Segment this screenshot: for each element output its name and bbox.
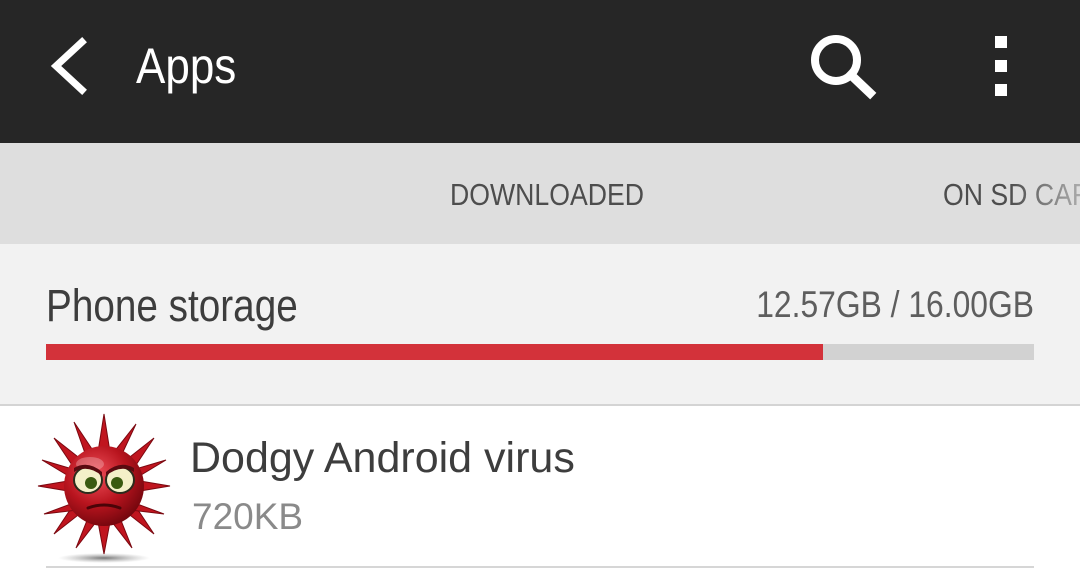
storage-label: Phone storage bbox=[46, 280, 298, 331]
app-list-item[interactable]: Dodgy Android virus 720KB bbox=[0, 406, 1080, 569]
list-divider bbox=[46, 566, 1034, 568]
tab-bar: DOWNLOADED ON SD CAR bbox=[0, 143, 1080, 244]
storage-amount: 12.57GB / 16.00GB bbox=[756, 284, 1034, 325]
app-size: 720KB bbox=[192, 496, 304, 537]
app-name: Dodgy Android virus bbox=[190, 434, 575, 482]
tab-downloaded[interactable]: DOWNLOADED bbox=[450, 143, 644, 244]
search-icon[interactable] bbox=[806, 30, 880, 102]
overflow-menu-icon[interactable] bbox=[986, 30, 1016, 102]
storage-bar bbox=[46, 344, 1034, 360]
back-arrow-icon[interactable] bbox=[42, 34, 98, 98]
virus-app-icon bbox=[37, 413, 171, 563]
storage-panel: Phone storage 12.57GB / 16.00GB bbox=[0, 244, 1080, 406]
storage-bar-fill bbox=[46, 344, 823, 360]
tab-on-sd-card[interactable]: ON SD CAR bbox=[943, 143, 1080, 244]
action-bar: Apps bbox=[0, 0, 1080, 143]
page-title: Apps bbox=[136, 38, 237, 94]
